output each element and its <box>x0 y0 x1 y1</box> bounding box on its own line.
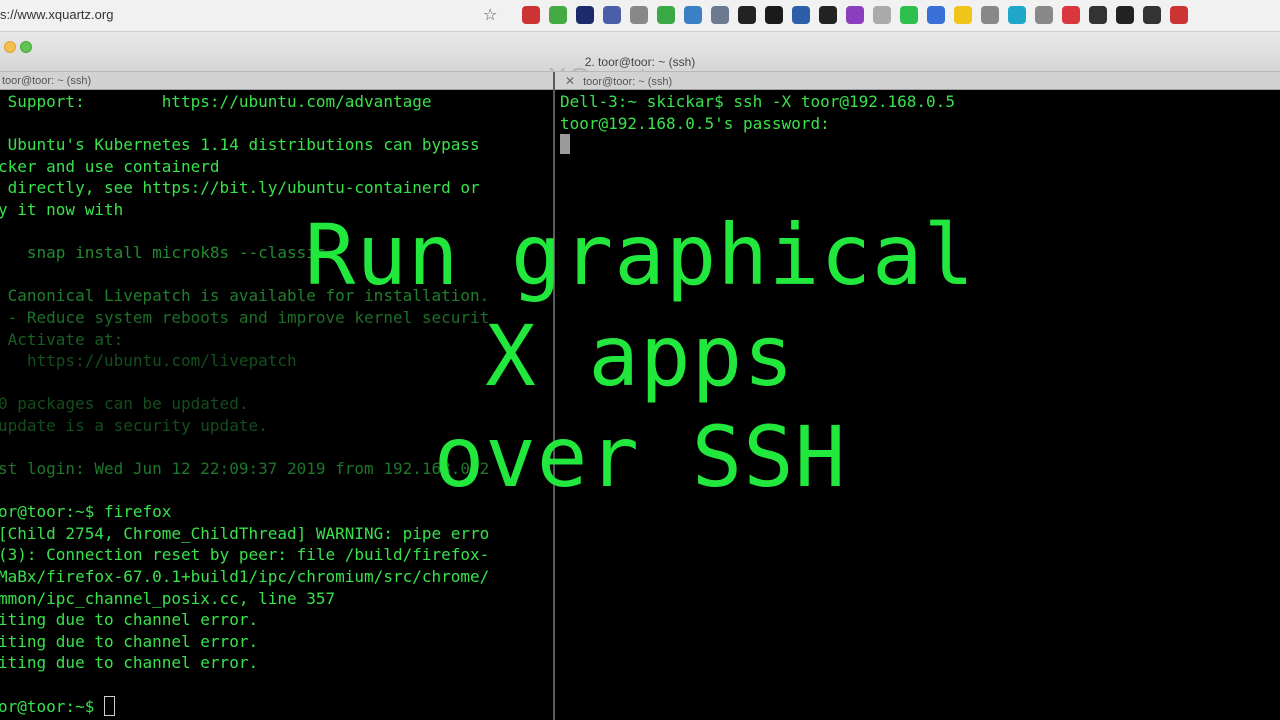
extension-icon[interactable] <box>1008 6 1026 24</box>
minimize-button[interactable] <box>4 41 16 53</box>
terminal-cursor-line <box>560 134 1280 156</box>
terminal-line: iting due to channel error. <box>0 653 259 673</box>
overlay-title-line: over SSH <box>433 408 847 506</box>
terminal-line: Dell-3:~ skickar$ ssh -X toor@192.168.0.… <box>560 92 955 111</box>
tab-right-pane[interactable]: ✕ toor@toor: ~ (ssh) <box>555 72 1280 90</box>
terminal-line: iting due to channel error. <box>0 610 259 630</box>
extension-icon[interactable] <box>603 6 621 24</box>
terminal-line: (3): Connection reset by peer: file /bui… <box>0 545 490 565</box>
window-title: 2. toor@toor: ~ (ssh) <box>584 55 696 69</box>
terminal-cursor <box>103 695 115 716</box>
close-icon[interactable]: ✕ <box>565 74 575 88</box>
extension-icon[interactable] <box>765 6 783 24</box>
terminal-line: directly, see https://bit.ly/ubuntu-cont… <box>0 178 480 198</box>
extension-icon[interactable] <box>576 6 594 24</box>
extension-icon[interactable] <box>684 6 702 24</box>
extension-icon[interactable] <box>549 6 567 24</box>
terminal-line: or@toor:~$ <box>0 695 553 718</box>
terminal-line: mmon/ipc_channel_posix.cc, line 357 <box>0 588 336 608</box>
extension-icon[interactable] <box>1062 6 1080 24</box>
extension-icon[interactable] <box>873 6 891 24</box>
extension-icon[interactable] <box>846 6 864 24</box>
extension-icon[interactable] <box>981 6 999 24</box>
tab-left-label: toor@toor: ~ (ssh) <box>2 75 92 87</box>
extension-icon[interactable] <box>630 6 648 24</box>
extension-icon[interactable] <box>819 6 837 24</box>
star-icon[interactable]: ☆ <box>483 5 497 24</box>
video-title-overlay: Run graphical X apps over SSH <box>0 205 1280 508</box>
extension-icon[interactable] <box>1143 6 1161 24</box>
terminal-line: Support: https://ubuntu.com/advantage <box>0 92 432 111</box>
terminal-cursor <box>560 134 570 155</box>
tab-left-pane[interactable]: toor@toor: ~ (ssh) <box>0 72 553 90</box>
extension-icon[interactable] <box>954 6 972 24</box>
extension-icons <box>522 6 1188 24</box>
extension-icon[interactable] <box>900 6 918 24</box>
extension-icon[interactable] <box>657 6 675 24</box>
terminal-line: toor@192.168.0.5's password: <box>560 113 830 133</box>
extension-icon[interactable] <box>792 6 810 24</box>
overlay-title-line: Run graphical <box>304 206 976 304</box>
extension-icon[interactable] <box>1035 6 1053 24</box>
extension-icon[interactable] <box>1170 6 1188 24</box>
pane-tab-row: toor@toor: ~ (ssh) ✕ toor@toor: ~ (ssh) <box>0 72 1280 90</box>
terminal-line: [Child 2754, Chrome_ChildThread] WARNING… <box>0 523 490 543</box>
terminal-line: MaBx/firefox-67.0.1+build1/ipc/chromium/… <box>0 567 490 587</box>
zoom-button[interactable] <box>20 41 32 53</box>
overlay-title-line: X apps <box>485 307 795 405</box>
extension-icon[interactable] <box>711 6 729 24</box>
address-bar[interactable]: s://www.xquartz.org <box>0 7 113 22</box>
tab-right-label: toor@toor: ~ (ssh) <box>583 76 673 88</box>
extension-icon[interactable] <box>522 6 540 24</box>
browser-toolbar: s://www.xquartz.org ☆ <box>0 0 1280 32</box>
extension-icon[interactable] <box>1116 6 1134 24</box>
terminal-window-titlebar: XQuartz 2. toor@toor: ~ (ssh) <box>0 32 1280 76</box>
extension-icon[interactable] <box>1089 6 1107 24</box>
terminal-line: Ubuntu's Kubernetes 1.14 distributions c… <box>0 135 480 155</box>
extension-icon[interactable] <box>927 6 945 24</box>
extension-icon[interactable] <box>738 6 756 24</box>
terminal-line: iting due to channel error. <box>0 631 259 651</box>
terminal-line: cker and use containerd <box>0 156 220 176</box>
